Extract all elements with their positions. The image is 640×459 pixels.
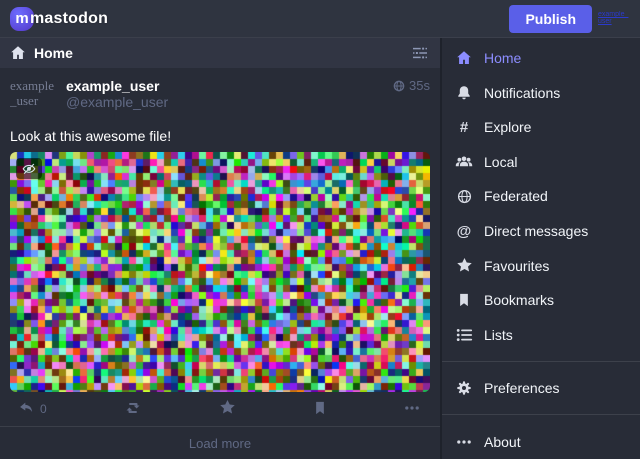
sliders-settings-button[interactable] (410, 43, 430, 63)
status-header: example_user example_user @example_user … (10, 78, 430, 124)
sidebar-item-label: Bookmarks (484, 292, 554, 308)
sidebar-divider (442, 361, 640, 362)
sidebar-item-label: Notifications (484, 85, 560, 101)
sidebar-item-label: Federated (484, 188, 548, 204)
star-icon (219, 399, 236, 419)
ellipsis-icon (454, 434, 474, 450)
favourite-button[interactable] (215, 395, 240, 423)
sidebar-item-label: Local (484, 154, 517, 170)
navigation-sidebar: Home Notifications # Explore Local Federated @… (440, 38, 640, 459)
boost-icon (124, 400, 142, 419)
status-timestamp-link[interactable]: 35s (393, 78, 430, 93)
sidebar-item-direct-messages[interactable]: @ Direct messages (442, 214, 640, 249)
boost-button[interactable] (120, 396, 146, 423)
reply-button[interactable]: 0 (14, 396, 51, 423)
sidebar-item-federated[interactable]: Federated (442, 179, 640, 214)
load-more-button[interactable]: Load more (0, 426, 440, 459)
main-area: Home example_user example_user @example_… (0, 38, 640, 459)
media-attachment (10, 152, 430, 392)
sidebar-item-notifications[interactable]: Notifications (442, 76, 640, 111)
sidebar-item-home[interactable]: Home (442, 41, 640, 76)
status-content: Look at this awesome file! (10, 128, 430, 144)
users-icon (454, 154, 474, 170)
sidebar-divider (442, 414, 640, 415)
timestamp: 35s (409, 78, 430, 93)
at-icon: @ (454, 224, 474, 239)
top-bar: m mastodon Publish example_user (0, 0, 640, 38)
brand-wordmark: mastodon (30, 10, 108, 28)
column-title: Home (34, 45, 73, 61)
sidebar-item-label: Home (484, 50, 521, 66)
sidebar-item-label: Lists (484, 327, 513, 343)
bell-icon (454, 85, 474, 101)
sidebar-item-about[interactable]: About (442, 424, 640, 459)
sidebar-item-label: Favourites (484, 258, 549, 274)
sidebar-item-label: Direct messages (484, 223, 588, 239)
publish-button[interactable]: Publish (509, 5, 592, 33)
list-icon (454, 327, 474, 343)
sidebar-item-explore[interactable]: # Explore (442, 110, 640, 145)
star-icon (454, 257, 474, 274)
sidebar-item-label: Preferences (484, 380, 559, 396)
bookmark-button[interactable] (309, 396, 331, 423)
sidebar-item-label: Explore (484, 119, 531, 135)
reply-icon (18, 400, 35, 419)
avatar[interactable]: example_user (10, 78, 56, 124)
hashtag-icon: # (454, 120, 474, 135)
sidebar-item-local[interactable]: Local (442, 145, 640, 180)
account-link[interactable]: example_user (598, 11, 632, 26)
sidebar-item-preferences[interactable]: Preferences (442, 371, 640, 406)
mastodon-brand-link[interactable]: m mastodon (10, 7, 108, 31)
sidebar-item-label: About (484, 434, 521, 450)
gear-icon (454, 380, 474, 396)
attachment-noise-image[interactable] (10, 152, 430, 392)
home-icon (454, 50, 474, 66)
status-action-bar: 0 (10, 392, 430, 426)
reply-count: 0 (40, 402, 47, 416)
column-header: Home (0, 38, 440, 68)
display-name[interactable]: example_user (66, 78, 159, 94)
home-icon (10, 45, 26, 61)
sidebar-item-bookmarks[interactable]: Bookmarks (442, 283, 640, 318)
bookmark-icon (454, 292, 474, 308)
eye-slash-icon[interactable] (16, 158, 42, 179)
account-handle: @example_user (66, 94, 168, 110)
ellipsis-icon (404, 400, 420, 419)
sidebar-item-favourites[interactable]: Favourites (442, 248, 640, 283)
globe-icon (393, 80, 405, 92)
sidebar-item-lists[interactable]: Lists (442, 317, 640, 352)
status-post: example_user example_user @example_user … (0, 68, 440, 426)
home-timeline-column: Home example_user example_user @example_… (0, 38, 440, 459)
bookmark-icon (313, 400, 327, 419)
globe-icon (454, 189, 474, 204)
more-button[interactable] (400, 396, 424, 423)
author-name-block: example_user @example_user (66, 78, 168, 110)
